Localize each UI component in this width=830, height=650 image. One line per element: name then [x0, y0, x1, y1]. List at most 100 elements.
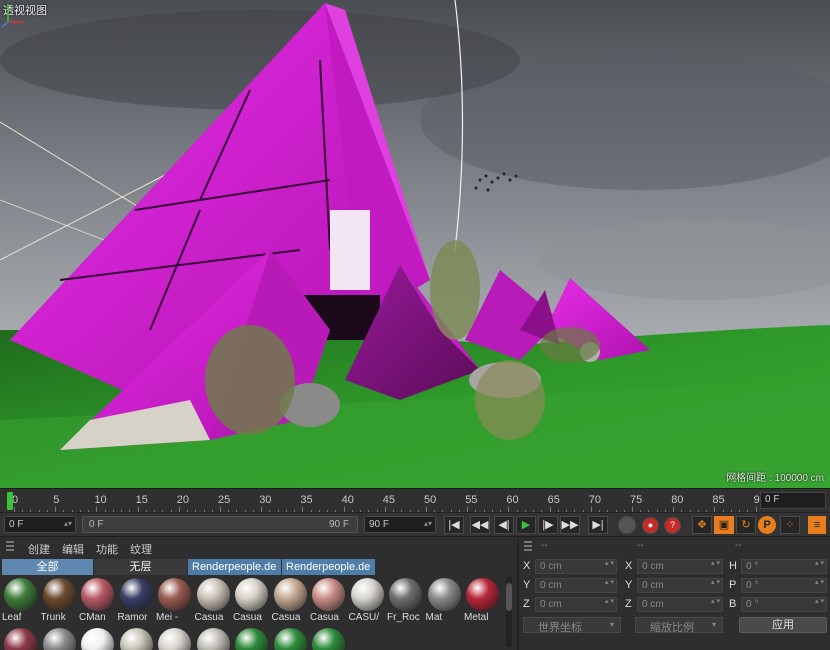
previous-frame-button[interactable]: ◀|: [494, 516, 514, 534]
material-swatch[interactable]: [2, 627, 39, 650]
menu-function[interactable]: 功能: [96, 541, 118, 556]
timeline-menu-icon[interactable]: ≡: [808, 516, 826, 534]
playhead-handle[interactable]: [7, 492, 13, 510]
material-swatch[interactable]: [195, 627, 232, 650]
material-swatch[interactable]: [118, 627, 155, 650]
ruler-track[interactable]: 051015202530354045505560657075808590: [6, 489, 766, 513]
stepper-icon[interactable]: ▴ ▾: [605, 579, 614, 586]
size-field[interactable]: 0 cm ▴ ▾: [637, 578, 723, 593]
menu-create[interactable]: 创建: [28, 541, 50, 556]
material-swatch[interactable]: Casua: [195, 577, 232, 625]
stepper-icon[interactable]: ▴ ▾: [605, 598, 614, 605]
position-field[interactable]: 0 cm ▴ ▾: [535, 578, 617, 593]
material-swatch[interactable]: [156, 627, 193, 650]
material-swatch[interactable]: Leaf: [2, 577, 39, 625]
scale-ratio-label: 缩放比例: [650, 622, 694, 634]
panel-grip-icon[interactable]: [6, 541, 14, 553]
ruler-tick-label: 40: [341, 494, 354, 506]
record-active-icon[interactable]: ●: [642, 517, 659, 534]
material-swatch[interactable]: Mat: [426, 577, 463, 625]
material-swatch[interactable]: [272, 627, 309, 650]
material-name: Fr_Roc: [387, 612, 420, 623]
material-swatch[interactable]: Casua: [233, 577, 270, 625]
scale-ratio-dropdown[interactable]: 缩放比例 ▾: [635, 617, 723, 634]
filter-no-layer[interactable]: 无层: [94, 559, 188, 575]
world-coords-dropdown[interactable]: 世界坐标 ▾: [523, 617, 621, 634]
ruler-tick-label: 25: [218, 494, 231, 506]
key-scale-icon[interactable]: ▣: [714, 516, 734, 534]
position-field[interactable]: 0 cm ▴ ▾: [535, 559, 617, 574]
ruler-tick-label: 55: [465, 494, 478, 506]
next-frame-button[interactable]: |▶: [538, 516, 558, 534]
material-swatch[interactable]: CMan: [79, 577, 116, 625]
material-swatch[interactable]: [310, 627, 347, 650]
position-field[interactable]: 0 cm ▴ ▾: [535, 597, 617, 612]
key-position-icon[interactable]: ✥: [692, 516, 712, 534]
material-swatch[interactable]: Fr_Roc: [387, 577, 424, 625]
ruler-tick-label: 85: [712, 494, 725, 506]
current-frame-field[interactable]: 0 F ▴▾: [4, 516, 76, 533]
material-preview-ball: [235, 578, 268, 611]
end-frame-field[interactable]: 90 F ▴▾: [364, 516, 436, 533]
apply-button[interactable]: 应用: [739, 617, 827, 633]
autokey-icon[interactable]: ?: [664, 517, 681, 534]
material-swatch[interactable]: Mei -: [156, 577, 193, 625]
stepper-icon[interactable]: ▴ ▾: [711, 598, 720, 605]
timeline-ruler[interactable]: 051015202530354045505560657075808590 0 F: [0, 488, 830, 513]
next-key-button[interactable]: ▶▶: [560, 516, 580, 534]
stepper-icon[interactable]: ▴ ▾: [711, 579, 720, 586]
key-parameter-icon[interactable]: P: [758, 516, 776, 534]
material-swatch[interactable]: [41, 627, 78, 650]
rotation-field[interactable]: 0 ° ▴ ▾: [741, 578, 827, 593]
stepper-icon[interactable]: ▴ ▾: [711, 560, 720, 567]
position-axis-label: Z: [523, 598, 530, 610]
rotation-field[interactable]: 0 ° ▴ ▾: [741, 597, 827, 612]
material-swatch[interactable]: Casua: [310, 577, 347, 625]
material-swatch[interactable]: Ramor: [118, 577, 155, 625]
rotation-field[interactable]: 0 ° ▴ ▾: [741, 559, 827, 574]
material-swatch[interactable]: Metal: [464, 577, 501, 625]
preview-range-slider[interactable]: 0 F 90 F: [82, 516, 358, 533]
go-to-end-button[interactable]: ▶|: [588, 516, 608, 534]
stepper-icon[interactable]: ▴ ▾: [815, 579, 824, 586]
material-scrollbar[interactable]: [506, 577, 512, 647]
material-swatch[interactable]: Casua: [272, 577, 309, 625]
scrollbar-thumb[interactable]: [506, 583, 512, 611]
filter-all[interactable]: 全部: [2, 559, 94, 575]
size-field[interactable]: 0 cm ▴ ▾: [637, 559, 723, 574]
coord-row: Y 0 cm ▴ ▾ Y 0 cm ▴ ▾ P 0 ° ▴ ▾: [523, 578, 829, 594]
material-swatch[interactable]: [79, 627, 116, 650]
key-rotation-icon[interactable]: ↻: [736, 516, 756, 534]
axis-gizmo-icon: [1, 4, 24, 28]
rotation-value: 0 °: [746, 580, 759, 591]
stepper-icon[interactable]: ▴ ▾: [815, 560, 824, 567]
record-keys-off-icon[interactable]: [618, 516, 636, 534]
play-button[interactable]: ▶: [516, 516, 536, 534]
stepper-icon[interactable]: ▴ ▾: [605, 560, 614, 567]
end-frame-value: 90 F: [369, 519, 390, 530]
ruler-tick-label: 65: [547, 494, 560, 506]
menu-texture[interactable]: 纹理: [130, 541, 152, 556]
material-name: Trunk: [40, 612, 66, 623]
size-field[interactable]: 0 cm ▴ ▾: [637, 597, 723, 612]
material-preview-ball: [81, 628, 114, 650]
key-pla-icon[interactable]: ⁘: [780, 516, 800, 534]
size-header: --: [637, 540, 644, 551]
filter-renderpeople-2[interactable]: Renderpeople.de: [282, 559, 376, 575]
ruler-end-frame[interactable]: 0 F: [760, 492, 826, 509]
material-preview-ball: [389, 578, 422, 611]
go-to-start-button[interactable]: |◀: [444, 516, 464, 534]
perspective-viewport[interactable]: 透视视图 网格间距 : 100000 cm: [0, 0, 830, 488]
material-swatch[interactable]: Trunk: [41, 577, 78, 625]
material-preview-ball: [81, 578, 114, 611]
coord-headers: -- -- --: [519, 540, 830, 554]
previous-key-button[interactable]: ◀◀: [470, 516, 490, 534]
coord-row: X 0 cm ▴ ▾ X 0 cm ▴ ▾ H 0 ° ▴ ▾: [523, 559, 829, 575]
stepper-icon[interactable]: ▴ ▾: [815, 598, 824, 605]
menu-edit[interactable]: 编辑: [62, 541, 84, 556]
material-swatch[interactable]: [233, 627, 270, 650]
material-swatch[interactable]: CASU/: [349, 577, 386, 625]
size-axis-label: X: [625, 560, 633, 572]
layer-filter-bar: 全部 无层 Renderpeople.de Renderpeople.de: [2, 559, 376, 575]
filter-renderpeople-1[interactable]: Renderpeople.de: [188, 559, 282, 575]
